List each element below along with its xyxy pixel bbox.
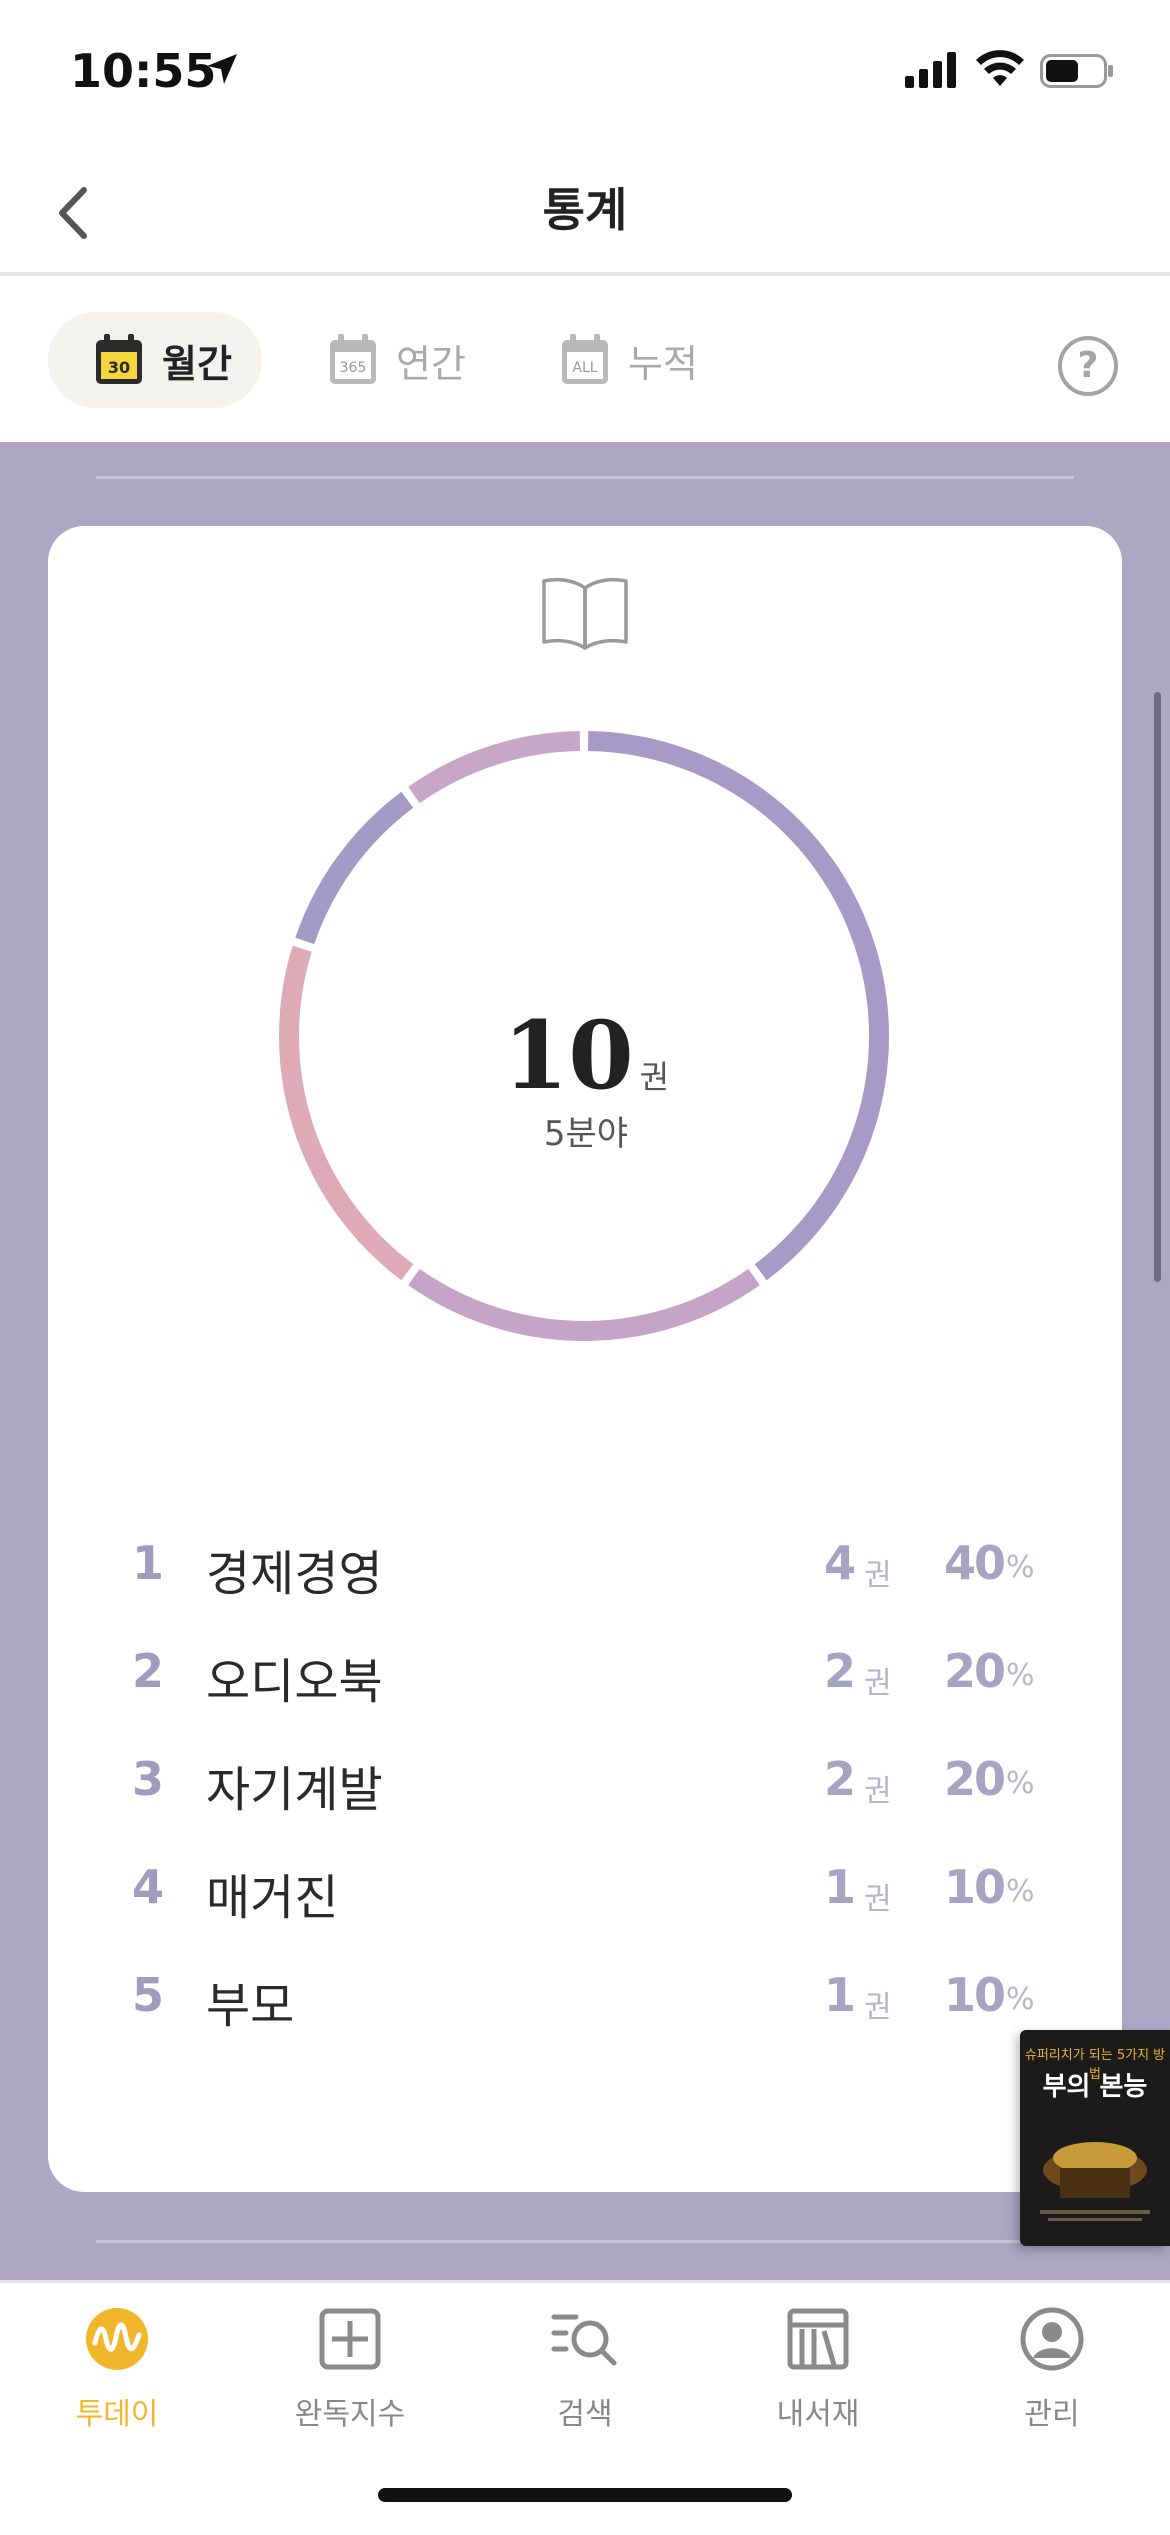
nav-library-label: 내서재 xyxy=(776,2397,860,2432)
ranking-genre-name: 오디오북 xyxy=(206,1654,383,1710)
statistics-card: 10 권 5분야 1 경제경영 4 권 40% 2 오디오북 2 권 20% 3 자기계발 2 권 20% 4 매… xyxy=(48,526,1122,2192)
ranking-book-count: 4 xyxy=(824,1536,857,1590)
nav-today-label: 투데이 xyxy=(75,2397,159,2432)
ranking-genre-name: 매거진 xyxy=(206,1870,339,1926)
total-books: 10 권 xyxy=(296,1001,876,1111)
ranking-count-unit: 권 xyxy=(864,1774,892,1809)
ranking-row: 3 자기계발 2 권 20% xyxy=(48,1732,1122,1840)
ranking-percent: 40 xyxy=(944,1536,1006,1590)
tab-yearly[interactable]: 365 연간 xyxy=(328,312,466,408)
tab-yearly-label: 연간 xyxy=(396,341,466,386)
nav-manage-label: 관리 xyxy=(1024,2397,1080,2432)
ranking-book-count: 2 xyxy=(824,1752,857,1806)
nav-manage[interactable]: 관리 xyxy=(952,2307,1152,2433)
ranking-genre-name: 부모 xyxy=(206,1978,295,2034)
tab-total[interactable]: ALL 누적 xyxy=(560,312,698,408)
scrollbar[interactable] xyxy=(1154,692,1161,1282)
tab-total-label: 누적 xyxy=(628,341,698,386)
tab-monthly-label: 월간 xyxy=(162,341,232,386)
floating-book-cover[interactable]: 슈퍼리치가 되는 5가지 방법 부의 본능 xyxy=(1020,2030,1170,2246)
total-count: 10 xyxy=(502,1001,634,1111)
tab-monthly[interactable]: 30 월간 xyxy=(48,312,262,408)
ranking-genre-name: 자기계발 xyxy=(206,1762,383,1818)
nav-search-label: 검색 xyxy=(557,2397,613,2432)
nav-completion-index-label: 완독지수 xyxy=(294,2397,406,2432)
ranking-count-unit: 권 xyxy=(864,1666,892,1701)
nav-completion-index[interactable]: 완독지수 xyxy=(250,2307,450,2433)
library-icon xyxy=(787,2308,849,2370)
ranking-percent-unit: % xyxy=(1006,1550,1035,1585)
period-tabs: 30 월간 365 연간 ALL 누적 ? xyxy=(0,276,1170,442)
ranking-rank: 4 xyxy=(132,1860,165,1914)
today-icon xyxy=(86,2308,148,2370)
ranking-percent-unit: % xyxy=(1006,1982,1035,2017)
calendar-365-icon: 365 xyxy=(330,334,376,384)
search-icon xyxy=(551,2314,617,2366)
donut-slice-4 xyxy=(295,791,414,945)
nav-today[interactable]: 투데이 xyxy=(17,2307,217,2433)
ranking-count-unit: 권 xyxy=(864,1558,892,1593)
cellular-signal-icon xyxy=(905,52,956,88)
ranking-row: 5 부모 1 권 10% xyxy=(48,1948,1122,2056)
status-bar: 10:55 xyxy=(0,0,1170,150)
completion-index-icon xyxy=(319,2308,381,2370)
ranking-row: 2 오디오북 2 권 20% xyxy=(48,1624,1122,1732)
donut-slice-5 xyxy=(408,731,581,804)
ranking-rank: 3 xyxy=(132,1752,165,1806)
svg-text:30: 30 xyxy=(108,358,130,377)
ranking-percent-unit: % xyxy=(1006,1874,1035,1909)
divider xyxy=(96,2240,1074,2243)
ranking-percent: 20 xyxy=(944,1644,1006,1698)
treasure-chest-image xyxy=(1040,2142,1150,2221)
svg-text:365: 365 xyxy=(340,360,367,376)
ranking-genre-name: 경제경영 xyxy=(206,1546,383,1602)
ranking-rank: 2 xyxy=(132,1644,165,1698)
ranking-percent: 20 xyxy=(944,1752,1006,1806)
svg-text:ALL: ALL xyxy=(572,360,597,376)
ranking-book-count: 1 xyxy=(824,1968,857,2022)
ranking-count-unit: 권 xyxy=(864,1990,892,2025)
help-button[interactable]: ? xyxy=(1058,336,1118,396)
calendar-30-icon: 30 xyxy=(96,334,142,384)
nav-library[interactable]: 내서재 xyxy=(718,2307,918,2433)
ranking-rank: 1 xyxy=(132,1536,165,1590)
page-title: 통계 xyxy=(542,183,628,237)
ranking-book-count: 2 xyxy=(824,1644,857,1698)
divider xyxy=(96,476,1074,479)
ranking-percent-unit: % xyxy=(1006,1658,1035,1693)
ranking-rank: 5 xyxy=(132,1968,165,2022)
home-indicator xyxy=(378,2488,792,2502)
ranking-row: 1 경제경영 4 권 40% xyxy=(48,1516,1122,1624)
wifi-icon xyxy=(976,50,1024,86)
donut-slice-2 xyxy=(408,1268,760,1341)
location-arrow-icon xyxy=(207,54,237,84)
ranking-percent: 10 xyxy=(944,1968,1006,2022)
ranking-book-count: 1 xyxy=(824,1860,857,1914)
battery-icon xyxy=(1040,54,1113,88)
status-time: 10:55 xyxy=(70,44,217,98)
open-book-icon xyxy=(542,577,628,650)
header: 통계 xyxy=(0,150,1170,276)
profile-icon xyxy=(1020,2307,1084,2371)
ranking-count-unit: 권 xyxy=(864,1882,892,1917)
genre-ranking-list: 1 경제경영 4 권 40% 2 오디오북 2 권 20% 3 자기계발 2 권 20% 4 매거진 1 권 10% 5… xyxy=(48,1516,1122,2056)
field-count: 5분야 xyxy=(543,1114,629,1154)
nav-search[interactable]: 검색 xyxy=(485,2307,685,2433)
calendar-all-icon: ALL xyxy=(562,334,608,384)
ranking-percent: 10 xyxy=(944,1860,1006,1914)
total-unit: 권 xyxy=(639,1058,670,1096)
ranking-row: 4 매거진 1 권 10% xyxy=(48,1840,1122,1948)
ranking-percent-unit: % xyxy=(1006,1766,1035,1801)
